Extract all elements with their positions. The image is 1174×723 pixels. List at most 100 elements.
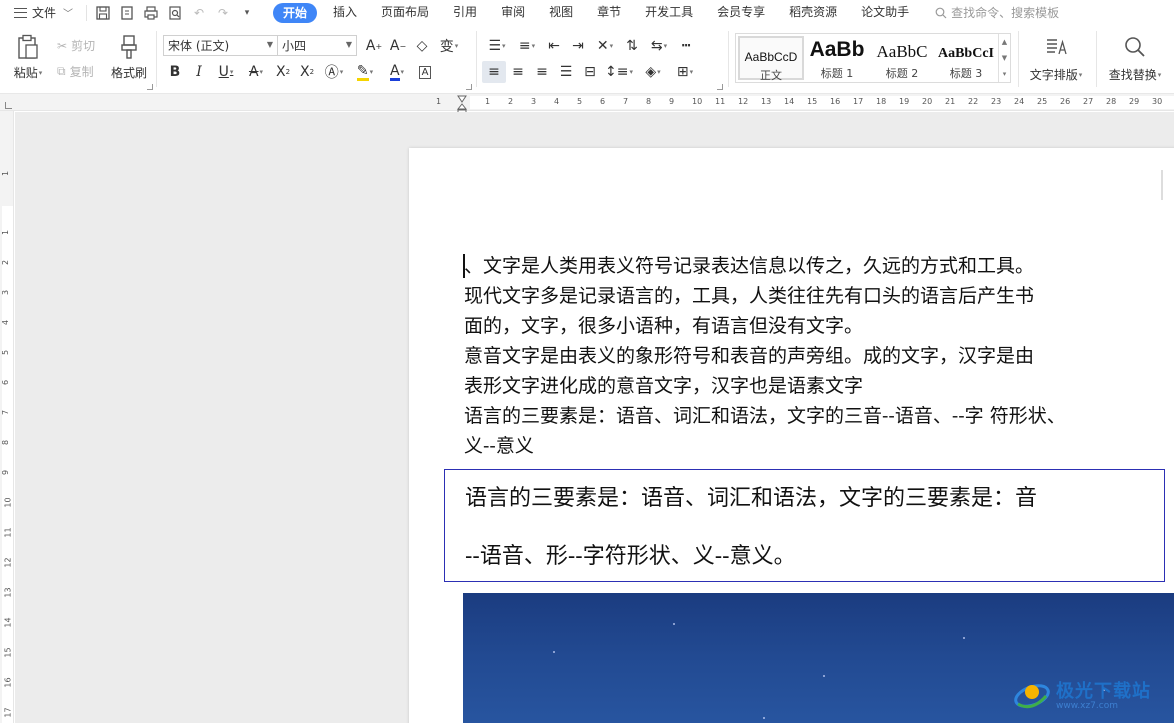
tab-chapter[interactable]: 章节 [585, 0, 633, 25]
clipboard-launcher-icon[interactable] [147, 84, 153, 90]
ruler-tick-label: 1 [1, 170, 11, 177]
print-icon[interactable] [143, 5, 159, 21]
cut-button[interactable]: ✂ 剪切 [57, 37, 95, 54]
ruler-text-area [2, 206, 13, 723]
superscript-icon[interactable]: X2 [271, 61, 295, 83]
style-heading-2[interactable]: AaBbC 标题 2 [869, 36, 935, 80]
find-replace-button[interactable]: 查找替换 ▾ [1103, 33, 1167, 83]
align-center-icon[interactable]: ≡ [506, 61, 530, 83]
font-size-tools: A + A − ◇ 变 ▾ [362, 35, 464, 57]
font-size-select[interactable]: 小四 ▼ [277, 35, 357, 56]
sort-icon[interactable]: ⇆ ▾ [644, 35, 674, 57]
print-preview-icon[interactable] [167, 5, 183, 21]
grow-font-icon[interactable]: A + [362, 35, 386, 57]
tab-page-layout[interactable]: 页面布局 [369, 0, 441, 25]
text-box[interactable]: 语言的三要素是：语音、词汇和语法，文字的三要素是：音 --语音、形--字符形状、… [444, 469, 1165, 582]
chevron-down-icon: ▼ [345, 40, 352, 49]
numbered-list-icon[interactable]: ≡ ▾ [512, 35, 542, 57]
line-spacing-icon[interactable]: ↕≡ ▾ [602, 61, 636, 83]
style-gallery-scroll[interactable]: ▲ ▼ ▾ [998, 34, 1010, 82]
ruler-tick-label: 3 [1, 289, 11, 296]
tab-view[interactable]: 视图 [537, 0, 585, 25]
expand-gallery-icon[interactable]: ▾ [1003, 70, 1007, 78]
redo-icon[interactable]: ↷ [215, 5, 231, 21]
tab-developer[interactable]: 开发工具 [633, 0, 705, 25]
margin-corner-guide [430, 170, 460, 200]
align-right-icon[interactable]: ≡ [530, 61, 554, 83]
shading-icon[interactable]: ◈ ▾ [636, 61, 670, 83]
chevron-down-icon[interactable]: ▼ [1002, 54, 1007, 62]
customize-quick-access-icon[interactable]: ▾ [239, 5, 255, 21]
font-name-select[interactable]: 宋体 (正文) ▼ [163, 35, 278, 56]
clear-format-icon[interactable]: ◇ [410, 35, 434, 57]
style-heading-1[interactable]: AaBb 标题 1 [804, 36, 870, 80]
copy-button[interactable]: ⧉ 复制 [57, 63, 94, 80]
bold-icon[interactable]: B [163, 61, 187, 83]
ruler-tick-label: 25 [1037, 97, 1048, 106]
underline-icon[interactable]: U ▾ [211, 61, 241, 83]
horizontal-ruler[interactable]: 1 1 2 3 4 5 6 7 8 9 10 11 12 13 14 15 16 17 18 19 20 21 22 23 24… [0, 94, 1174, 111]
justify-icon[interactable]: ☰ [554, 61, 578, 83]
subscript-icon[interactable]: X2 [295, 61, 319, 83]
chinese-layout-icon[interactable]: ✕ ▾ [590, 35, 620, 57]
group-divider [1018, 31, 1019, 87]
style-preview: AaBbC [876, 42, 928, 61]
paragraph-line: 、文字是人类用表义符号记录表达信息以传之，久远的方式和工具。 [464, 255, 1035, 277]
tab-stop-selector-icon[interactable] [5, 102, 12, 109]
text-direction-icon[interactable]: ⇅ [620, 35, 644, 57]
text-effect-icon[interactable]: Ⓐ ▾ [319, 61, 349, 83]
borders-icon[interactable]: ⊞ ▾ [670, 61, 700, 83]
tab-home[interactable]: 开始 [273, 2, 318, 23]
tab-member[interactable]: 会员专享 [705, 0, 777, 25]
document-workspace[interactable]: 、文字是人类用表义符号记录表达信息以传之，久远的方式和工具。 现代文字多是记录语… [15, 112, 1174, 723]
font-color-icon[interactable]: A ▾ [381, 61, 413, 83]
text-layout-button[interactable]: 文字排版 ▾ [1024, 33, 1088, 83]
vertical-ruler[interactable]: 1 1 2 3 4 5 6 7 8 9 10 11 12 13 14 15 16 17 [0, 111, 14, 723]
distribute-icon[interactable]: ⊟ [578, 61, 602, 83]
ruler-tick-label: 4 [554, 97, 560, 106]
ribbon: 粘贴 ▾ ✂ 剪切 ⧉ 复制 格式刷 宋体 (正文) ▼ 小四 ▼ A + A − … [0, 25, 1174, 94]
ruler-tick-label: 1 [485, 97, 491, 106]
ruler-tick-label: 30 [1152, 97, 1163, 106]
tab-review[interactable]: 审阅 [489, 0, 537, 25]
align-left-icon[interactable]: ≡ [482, 61, 506, 83]
style-heading-3[interactable]: AaBbCcI 标题 3 [933, 36, 999, 80]
watermark-title: 极光下载站 [1056, 681, 1151, 702]
file-menu[interactable]: 文件 ﹀ [0, 0, 86, 25]
ruler-tick-label: 2 [1, 259, 11, 266]
command-search[interactable]: 查找命令、搜索模板 [935, 4, 1059, 21]
document-page[interactable]: 、文字是人类用表义符号记录表达信息以传之，久远的方式和工具。 现代文字多是记录语… [409, 148, 1174, 723]
italic-icon[interactable]: I [187, 61, 211, 83]
tab-references[interactable]: 引用 [441, 0, 489, 25]
shrink-font-icon[interactable]: A − [386, 35, 410, 57]
ruler-tick-label: 8 [646, 97, 652, 106]
font-launcher-icon[interactable] [466, 84, 472, 90]
ruler-tick-label: 1 [1, 229, 11, 236]
tab-paper-assistant[interactable]: 论文助手 [849, 0, 921, 25]
phonetic-guide-icon[interactable]: 变 ▾ [434, 35, 464, 57]
decrease-indent-icon[interactable]: ⇤ [542, 35, 566, 57]
ruler-tick-label: 12 [3, 557, 13, 568]
paragraph-line: 面的，文字，很多小语种，有语言但没有文字。 [464, 315, 864, 337]
tab-docer-resources[interactable]: 稻壳资源 [777, 0, 849, 25]
bullet-list-icon[interactable]: ☰ ▾ [482, 35, 512, 57]
export-pdf-icon[interactable] [119, 5, 135, 21]
paragraph-launcher-icon[interactable] [717, 84, 723, 90]
character-border-icon[interactable]: A [413, 61, 437, 83]
highlight-icon[interactable]: ✎ ▾ [349, 61, 381, 83]
show-marks-icon[interactable]: ┅ [674, 35, 698, 57]
format-painter-button[interactable]: 格式刷 [110, 33, 148, 81]
paste-button[interactable]: 粘贴 ▾ [10, 33, 46, 81]
undo-icon[interactable]: ↶ [191, 5, 207, 21]
paste-dropdown-arrow-icon[interactable]: ▾ [39, 69, 43, 77]
document-body-text[interactable]: 、文字是人类用表义符号记录表达信息以传之，久远的方式和工具。 现代文字多是记录语… [464, 251, 1169, 461]
text-layout-icon [1044, 33, 1068, 61]
tab-insert[interactable]: 插入 [321, 0, 369, 25]
chevron-up-icon[interactable]: ▲ [1002, 38, 1007, 46]
style-preview: AaBbCcI [937, 46, 994, 61]
strikethrough-icon[interactable]: A ▾ [241, 61, 271, 83]
save-icon[interactable] [95, 5, 111, 21]
style-normal[interactable]: AaBbCcD 正文 [738, 36, 804, 82]
increase-indent-icon[interactable]: ⇥ [566, 35, 590, 57]
group-divider [156, 31, 157, 87]
